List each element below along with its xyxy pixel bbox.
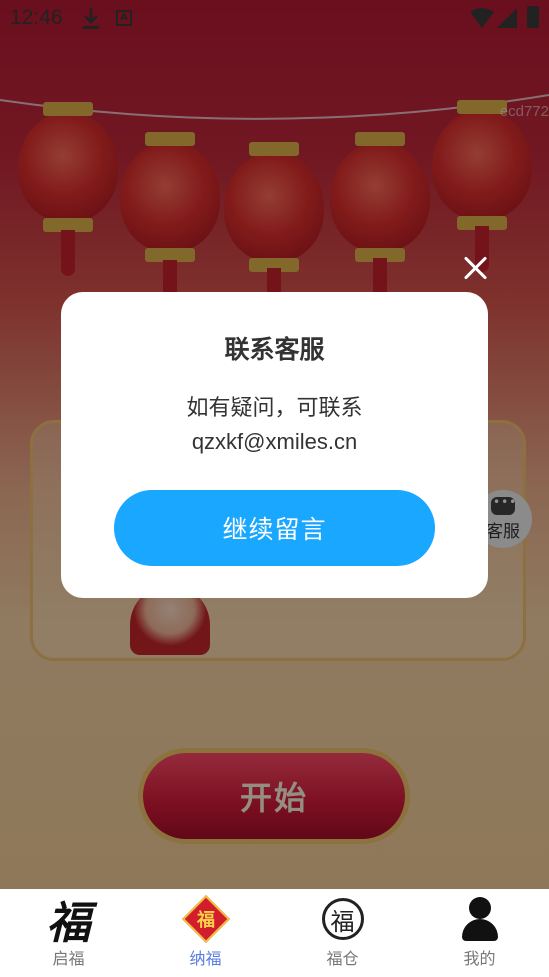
nav-label-nafu: 纳福	[189, 949, 222, 968]
nav-label-qifu: 启福	[52, 949, 85, 968]
nav-item-nafu[interactable]: 福 纳福	[137, 889, 274, 977]
dialog-title: 联系客服	[224, 335, 325, 364]
continue-message-button[interactable]: 继续留言	[114, 490, 435, 566]
nav-item-fucang[interactable]: 福 福仓	[274, 889, 411, 977]
fu-calligraphy-icon: 福	[46, 898, 91, 949]
status-time: 12:46	[10, 6, 63, 29]
nav-item-mine[interactable]: 我的	[411, 889, 548, 977]
dialog-email: qzxkf@xmiles.cn	[191, 429, 358, 454]
battery-icon	[527, 6, 539, 28]
a-box-icon: A	[116, 10, 132, 26]
close-dialog-button[interactable]	[463, 255, 489, 281]
person-icon	[456, 895, 504, 943]
nav-label-fucang: 福仓	[326, 949, 359, 968]
fu-diamond-icon: 福	[181, 894, 230, 944]
wifi-icon	[470, 8, 494, 28]
dialog-message-line1: 如有疑问，可联系	[186, 396, 363, 421]
signal-icon	[497, 8, 517, 28]
status-bar: 12:46 A	[0, 0, 549, 36]
download-icon	[83, 8, 99, 29]
bottom-navigation: 福 启福 福 纳福 福 福仓 我的	[0, 889, 549, 977]
nav-label-mine: 我的	[463, 949, 496, 968]
fu-circle-icon: 福	[319, 895, 367, 943]
continue-message-label: 继续留言	[222, 515, 327, 544]
nav-item-qifu[interactable]: 福 启福	[0, 889, 137, 977]
